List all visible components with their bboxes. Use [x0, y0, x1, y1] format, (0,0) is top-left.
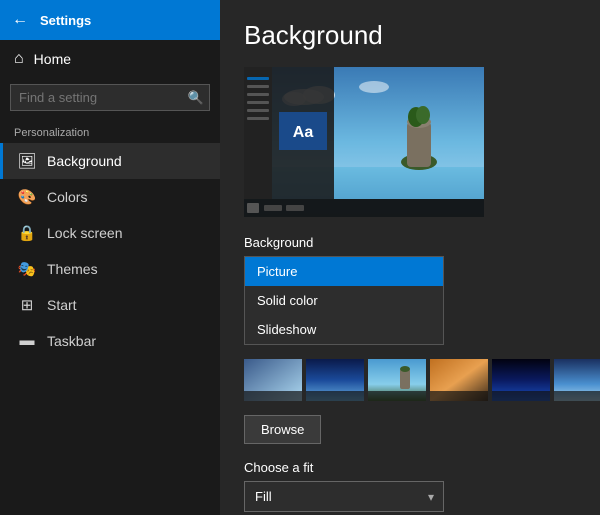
sidebar-header: ← Settings	[0, 0, 220, 40]
start-label: Start	[47, 297, 77, 313]
themes-icon: 🎭	[17, 260, 37, 278]
background-label: Background	[47, 153, 122, 169]
sidebar-item-start[interactable]: ⊞ Start	[0, 287, 220, 323]
fit-select[interactable]: Fill Fit Stretch Tile Center Span	[244, 481, 444, 512]
settings-title: Settings	[40, 13, 91, 28]
dropdown-option-picture[interactable]: Picture	[245, 257, 443, 286]
themes-label: Themes	[47, 261, 98, 277]
colors-label: Colors	[47, 189, 87, 205]
page-title: Background	[244, 20, 576, 51]
search-input[interactable]	[10, 84, 210, 111]
home-icon: ⌂	[14, 50, 24, 68]
dropdown-option-solid-color[interactable]: Solid color	[245, 286, 443, 315]
sidebar-item-background[interactable]: 🖼 Background	[0, 143, 220, 179]
browse-button[interactable]: Browse	[244, 415, 321, 444]
dropdown-menu: Picture Solid color Slideshow	[244, 256, 444, 345]
svg-text:Aa: Aa	[293, 124, 314, 141]
sidebar: ← Settings ⌂ Home 🔍 Personalization 🖼 Ba…	[0, 0, 220, 515]
thumbnail-1[interactable]	[244, 359, 302, 401]
home-nav-item[interactable]: ⌂ Home	[0, 40, 220, 78]
background-icon: 🖼	[17, 152, 37, 170]
thumbnail-5[interactable]	[492, 359, 550, 401]
personalization-section-label: Personalization	[0, 117, 220, 143]
sidebar-item-themes[interactable]: 🎭 Themes	[0, 251, 220, 287]
search-icon: 🔍	[188, 90, 204, 106]
thumbnail-3[interactable]	[368, 359, 426, 401]
home-label: Home	[34, 51, 71, 67]
lock-screen-icon: 🔒	[17, 224, 37, 242]
taskbar-label: Taskbar	[47, 333, 96, 349]
thumbnail-row	[244, 359, 576, 401]
taskbar-icon: ▬	[17, 332, 37, 349]
background-section-header: Background	[244, 235, 576, 250]
fit-select-wrapper[interactable]: Fill Fit Stretch Tile Center Span ▾	[244, 481, 444, 512]
preview-svg: Aa	[244, 67, 484, 217]
thumbnail-6[interactable]	[554, 359, 600, 401]
main-content: Background	[220, 0, 600, 515]
sidebar-item-taskbar[interactable]: ▬ Taskbar	[0, 323, 220, 358]
thumbnail-2[interactable]	[306, 359, 364, 401]
sidebar-item-colors[interactable]: 🎨 Colors	[0, 179, 220, 215]
back-button[interactable]: ←	[12, 11, 28, 29]
start-icon: ⊞	[17, 296, 37, 314]
colors-icon: 🎨	[17, 188, 37, 206]
choose-fit-label: Choose a fit	[244, 460, 576, 475]
dropdown-option-slideshow[interactable]: Slideshow	[245, 315, 443, 344]
background-dropdown[interactable]: Picture Solid color Slideshow	[244, 256, 576, 345]
background-preview: Aa	[244, 67, 484, 217]
sidebar-item-lock-screen[interactable]: 🔒 Lock screen	[0, 215, 220, 251]
thumbnail-4[interactable]	[430, 359, 488, 401]
search-box: 🔍	[10, 84, 210, 111]
lock-screen-label: Lock screen	[47, 225, 122, 241]
